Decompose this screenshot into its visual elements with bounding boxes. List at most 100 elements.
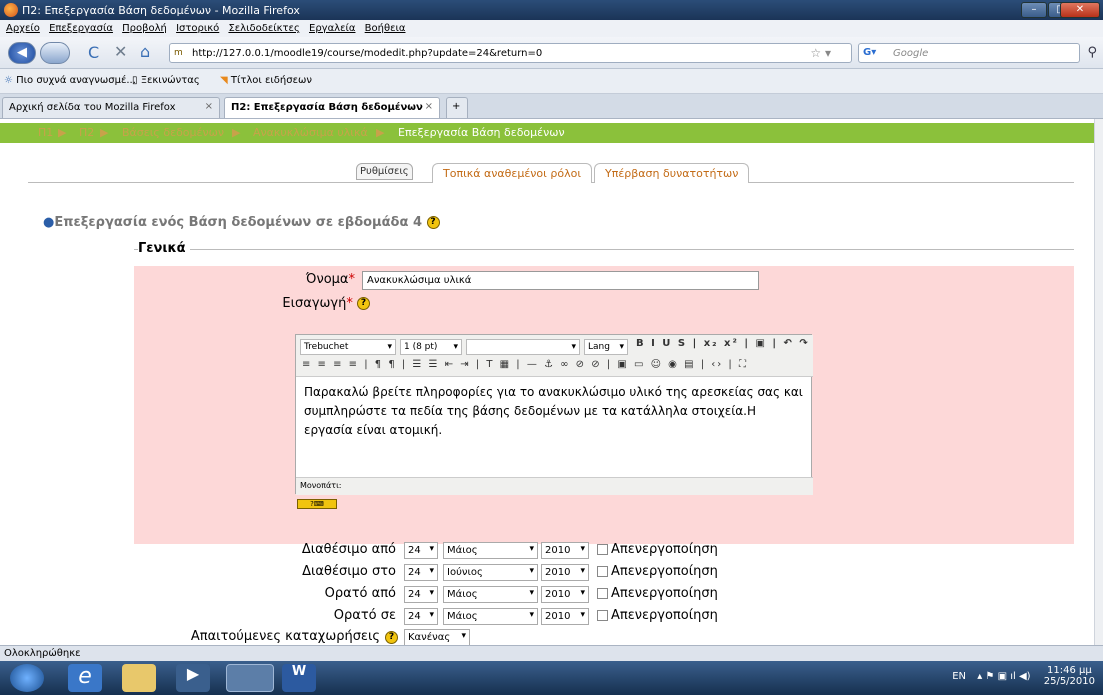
format-buttons[interactable]: B I U S | x₂ x² | ▣ | ↶ ↷ [636,338,810,349]
search-placeholder: Google [893,48,929,59]
vertical-scrollbar[interactable] [1094,119,1103,645]
menu-view[interactable]: Προβολή [122,23,167,34]
name-input[interactable]: Ανακυκλώσιμα υλικά [362,271,759,290]
editor-content[interactable]: Παρακαλώ βρείτε πληροφορίες για το ανακυ… [304,383,804,440]
available-from-disable-checkbox[interactable] [597,544,608,555]
menu-bookmarks[interactable]: Σελιδοδείκτες [228,23,299,34]
reload-icon[interactable]: C [88,43,99,62]
new-tab-button[interactable]: + [446,97,468,118]
help-icon[interactable]: ? [357,297,370,310]
system-tray: EN ▴ ⚑ ▣ ıl ◀) 11:46 μμ 25/5/2010 [952,665,1095,687]
breadcrumb-current: Επεξεργασία Βάση δεδομένων [398,126,565,139]
window-titlebar: Π2: Επεξεργασία Βάση δεδομένων - Mozilla… [0,0,1103,20]
database-icon: ● [43,215,55,230]
menu-file[interactable]: Αρχείο [6,23,40,34]
bookmark-headlines[interactable]: ◥ Τίτλοι ειδήσεων [220,75,312,86]
page-title: ●Επεξεργασία ενός Βάση δεδομένων σε εβδο… [43,215,440,230]
bookmark-getting-started[interactable]: ▯ Ξεκινώντας [132,75,200,86]
help-icon[interactable]: ? [385,631,398,644]
breadcrumb-link-databases[interactable]: Βάσεις δεδομένων [122,126,224,139]
tray-icons[interactable]: ▴ ⚑ ▣ ıl ◀) [977,671,1030,682]
stop-icon[interactable]: ✕ [114,42,127,61]
menu-history[interactable]: Ιστορικό [176,23,219,34]
rss-icon: ◥ [220,75,231,86]
menu-bar: Αρχείο Επεξεργασία Προβολή Ιστορικό Σελι… [0,20,1103,37]
available-from-month[interactable]: Μάιος ▾ [443,542,538,559]
clock-time[interactable]: 11:46 μμ [1044,665,1095,676]
breadcrumb-link-p1[interactable]: Π1 [38,126,53,139]
visible-from-disable-checkbox[interactable] [597,588,608,599]
language-indicator[interactable]: EN [952,671,966,682]
available-from-disable-label: Απενεργοποίηση [611,542,718,557]
breadcrumb-link-recyclables[interactable]: Ανακυκλώσιμα υλικά [253,126,368,139]
help-icon[interactable]: ? [426,216,440,229]
lang-select[interactable]: Lang ▾ [584,339,628,355]
settings-tabs: Ρυθμίσεις Τοπικά αναθεμένοι ρόλοι Υπέρβα… [28,163,1074,183]
available-from-year[interactable]: 2010 ▾ [541,542,589,559]
menu-help[interactable]: Βοήθεια [365,23,406,34]
clock-date[interactable]: 25/5/2010 [1044,676,1095,687]
visible-until-disable-checkbox[interactable] [597,610,608,621]
required-entries-select[interactable]: Κανένας ▾ [404,629,470,645]
html-editor[interactable]: Trebuchet ▾ 1 (8 pt) ▾ ▾ Lang ▾ B I U S | x… [295,334,813,495]
back-button[interactable]: ◀ [8,42,36,64]
media-player-icon[interactable]: ▶ [176,664,210,692]
forward-button[interactable] [40,42,70,64]
url-text: http://127.0.0.1/moodle19/course/modedit… [192,48,543,59]
formatting-toolbar-row[interactable]: ≡ ≡ ≡ ≡ | ¶ ¶ | ☰ ☰ ⇤ ⇥ | T ▦ | — ⚓ ∞ ⊘ … [302,359,748,370]
google-icon[interactable]: G▾ [863,47,876,58]
breadcrumb: Π1 ▶ Π2 ▶ Βάσεις δεδομένων ▶ Ανακυκλώσιμ… [0,123,1094,143]
bookmark-most-visited[interactable]: ☼ Πιο συχνά αναγνωσμέ... [4,75,136,86]
start-button[interactable] [10,664,44,692]
available-until-label: Διαθέσιμο στο [302,564,396,579]
explorer-icon[interactable] [122,664,156,692]
visible-until-day[interactable]: 24 ▾ [404,608,438,625]
search-icon[interactable]: ⚲ [1087,45,1097,60]
available-from-day[interactable]: 24 ▾ [404,542,438,559]
tab-local-roles[interactable]: Τοπικά αναθεμένοι ρόλοι [432,163,593,183]
firefox-taskbar-button[interactable] [226,664,274,692]
available-from-label: Διαθέσιμο από [301,542,396,557]
close-tab-icon[interactable]: × [425,101,433,112]
close-tab-icon[interactable]: × [205,101,213,112]
home-icon[interactable]: ⌂ [140,42,150,61]
style-select[interactable]: ▾ [466,339,580,355]
page-content: Π1 ▶ Π2 ▶ Βάσεις δεδομένων ▶ Ανακυκλώσιμ… [0,119,1094,645]
close-button[interactable]: ✕ [1060,2,1100,18]
font-select[interactable]: Trebuchet ▾ [300,339,396,355]
visible-until-year[interactable]: 2010 ▾ [541,608,589,625]
internet-explorer-icon[interactable]: e [68,664,102,692]
visible-from-disable-label: Απενεργοποίηση [611,586,718,601]
windows-taskbar: e ▶ W EN ▴ ⚑ ▣ ıl ◀) 11:46 μμ 25/5/2010 [0,661,1103,695]
tab-bar: Αρχική σελίδα του Mozilla Firefox × Π2: … [0,94,1103,119]
tab-settings[interactable]: Ρυθμίσεις [356,163,413,180]
menu-edit[interactable]: Επεξεργασία [49,23,113,34]
visible-until-disable-label: Απενεργοποίηση [611,608,718,623]
tab-moodle-edit[interactable]: Π2: Επεξεργασία Βάση δεδομένων × [224,97,440,118]
visible-from-year[interactable]: 2010 ▾ [541,586,589,603]
section-legend: Γενικά [138,241,190,256]
status-bar: Ολοκληρώθηκε [0,645,1103,661]
available-until-disable-label: Απενεργοποίηση [611,564,718,579]
keyboard-help-icon[interactable]: ?⌨ [297,499,337,509]
available-until-day[interactable]: 24 ▾ [404,564,438,581]
tab-overrides[interactable]: Υπέρβαση δυνατοτήτων [594,163,750,183]
available-until-disable-checkbox[interactable] [597,566,608,577]
breadcrumb-link-p2[interactable]: Π2 [79,126,94,139]
window-title: Π2: Επεξεργασία Βάση δεδομένων - Mozilla… [22,4,300,17]
search-box[interactable]: G▾ Google ⚲ [858,43,1097,63]
available-until-year[interactable]: 2010 ▾ [541,564,589,581]
visible-from-month[interactable]: Μάιος ▾ [443,586,538,603]
visible-from-day[interactable]: 24 ▾ [404,586,438,603]
required-entries-label: Απαιτούμενες καταχωρήσεις [190,629,380,644]
url-bar[interactable]: m http://127.0.0.1/moodle19/course/moded… [169,43,852,63]
minimize-button[interactable]: – [1021,2,1047,18]
bookmark-icon: ☼ [4,75,17,86]
bookmark-star-icon[interactable]: ☆ ▾ [810,46,831,60]
size-select[interactable]: 1 (8 pt) ▾ [400,339,462,355]
menu-tools[interactable]: Εργαλεία [309,23,355,34]
visible-until-month[interactable]: Μάιος ▾ [443,608,538,625]
tab-firefox-home[interactable]: Αρχική σελίδα του Mozilla Firefox × [2,97,220,118]
available-until-month[interactable]: Ιούνιος ▾ [443,564,538,581]
word-icon[interactable]: W [282,664,316,692]
